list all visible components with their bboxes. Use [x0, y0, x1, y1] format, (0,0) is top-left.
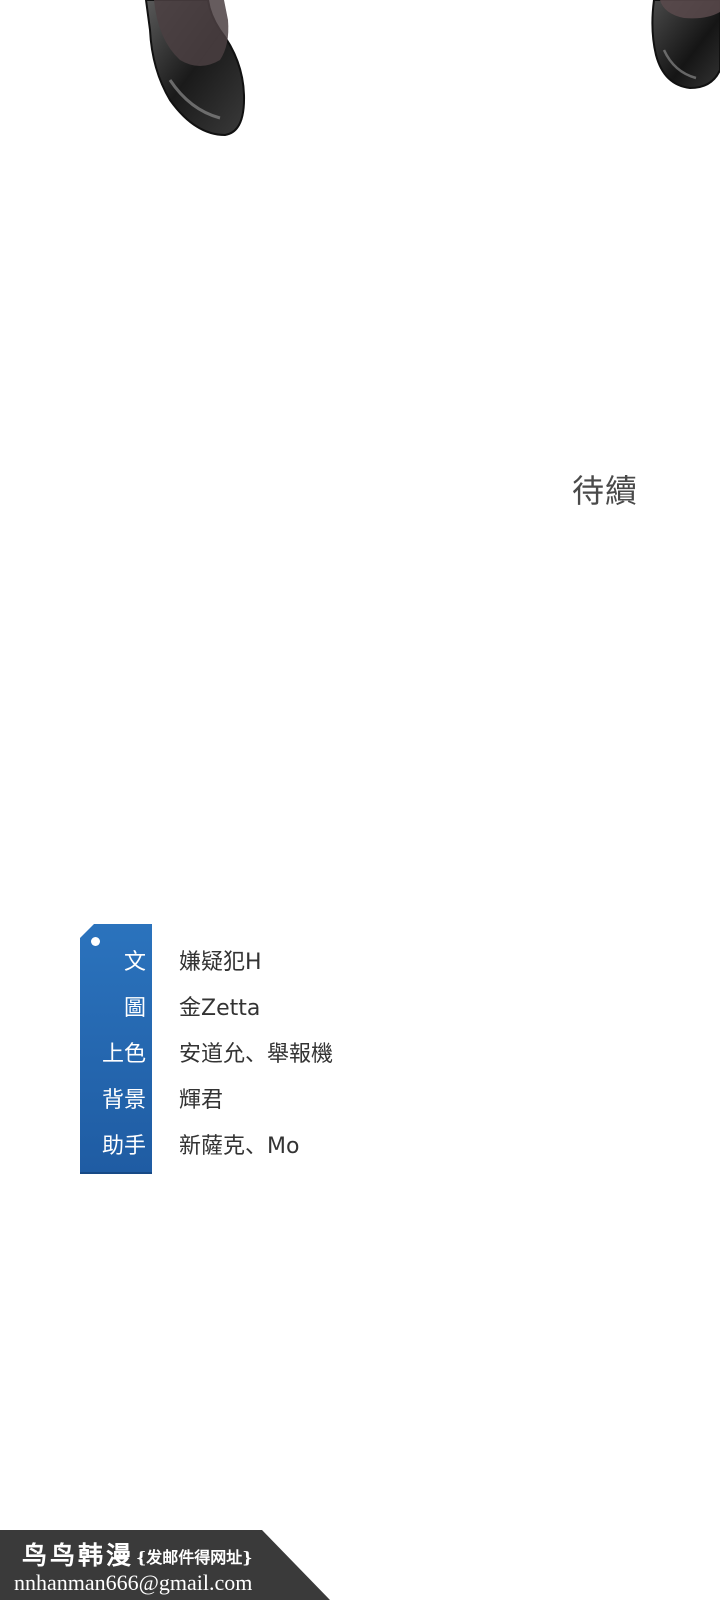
credit-role: 上色	[101, 1042, 146, 1067]
credit-role: 文	[123, 950, 146, 975]
credit-row-background: 背景 輝君	[78, 1076, 458, 1122]
credit-name: 新薩克、Mo	[179, 1134, 300, 1159]
credit-role: 圖	[123, 996, 146, 1021]
right-shoe-illustration	[650, 0, 720, 95]
credit-row-colorist: 上色 安道允、舉報機	[78, 1030, 458, 1076]
left-shoe-illustration	[140, 0, 255, 140]
credit-role: 背景	[101, 1088, 146, 1113]
to-be-continued-text: 待續	[572, 472, 639, 510]
credit-row-writer: 文 嫌疑犯H	[78, 938, 458, 984]
credit-name: 金Zetta	[179, 996, 261, 1021]
banner-subtitle: {发邮件得网址}	[136, 1548, 253, 1567]
credit-row-assistant: 助手 新薩克、Mo	[78, 1122, 458, 1168]
credit-role: 助手	[101, 1134, 146, 1159]
credits-block: 文 嫌疑犯H 圖 金Zetta 上色 安道允、舉報機 背景 輝君 助手 新薩克、…	[78, 924, 458, 1174]
credit-name: 安道允、舉報機	[179, 1042, 334, 1067]
banner-title: 鸟鸟韩漫	[22, 1541, 135, 1570]
credit-name: 嫌疑犯H	[179, 950, 262, 975]
banner-email: nnhanman666@gmail.com	[14, 1570, 253, 1595]
credit-row-artist: 圖 金Zetta	[78, 984, 458, 1030]
watermark-banner: 鸟鸟韩漫 {发邮件得网址} nnhanman666@gmail.com	[0, 1530, 330, 1600]
credit-name: 輝君	[179, 1088, 224, 1113]
